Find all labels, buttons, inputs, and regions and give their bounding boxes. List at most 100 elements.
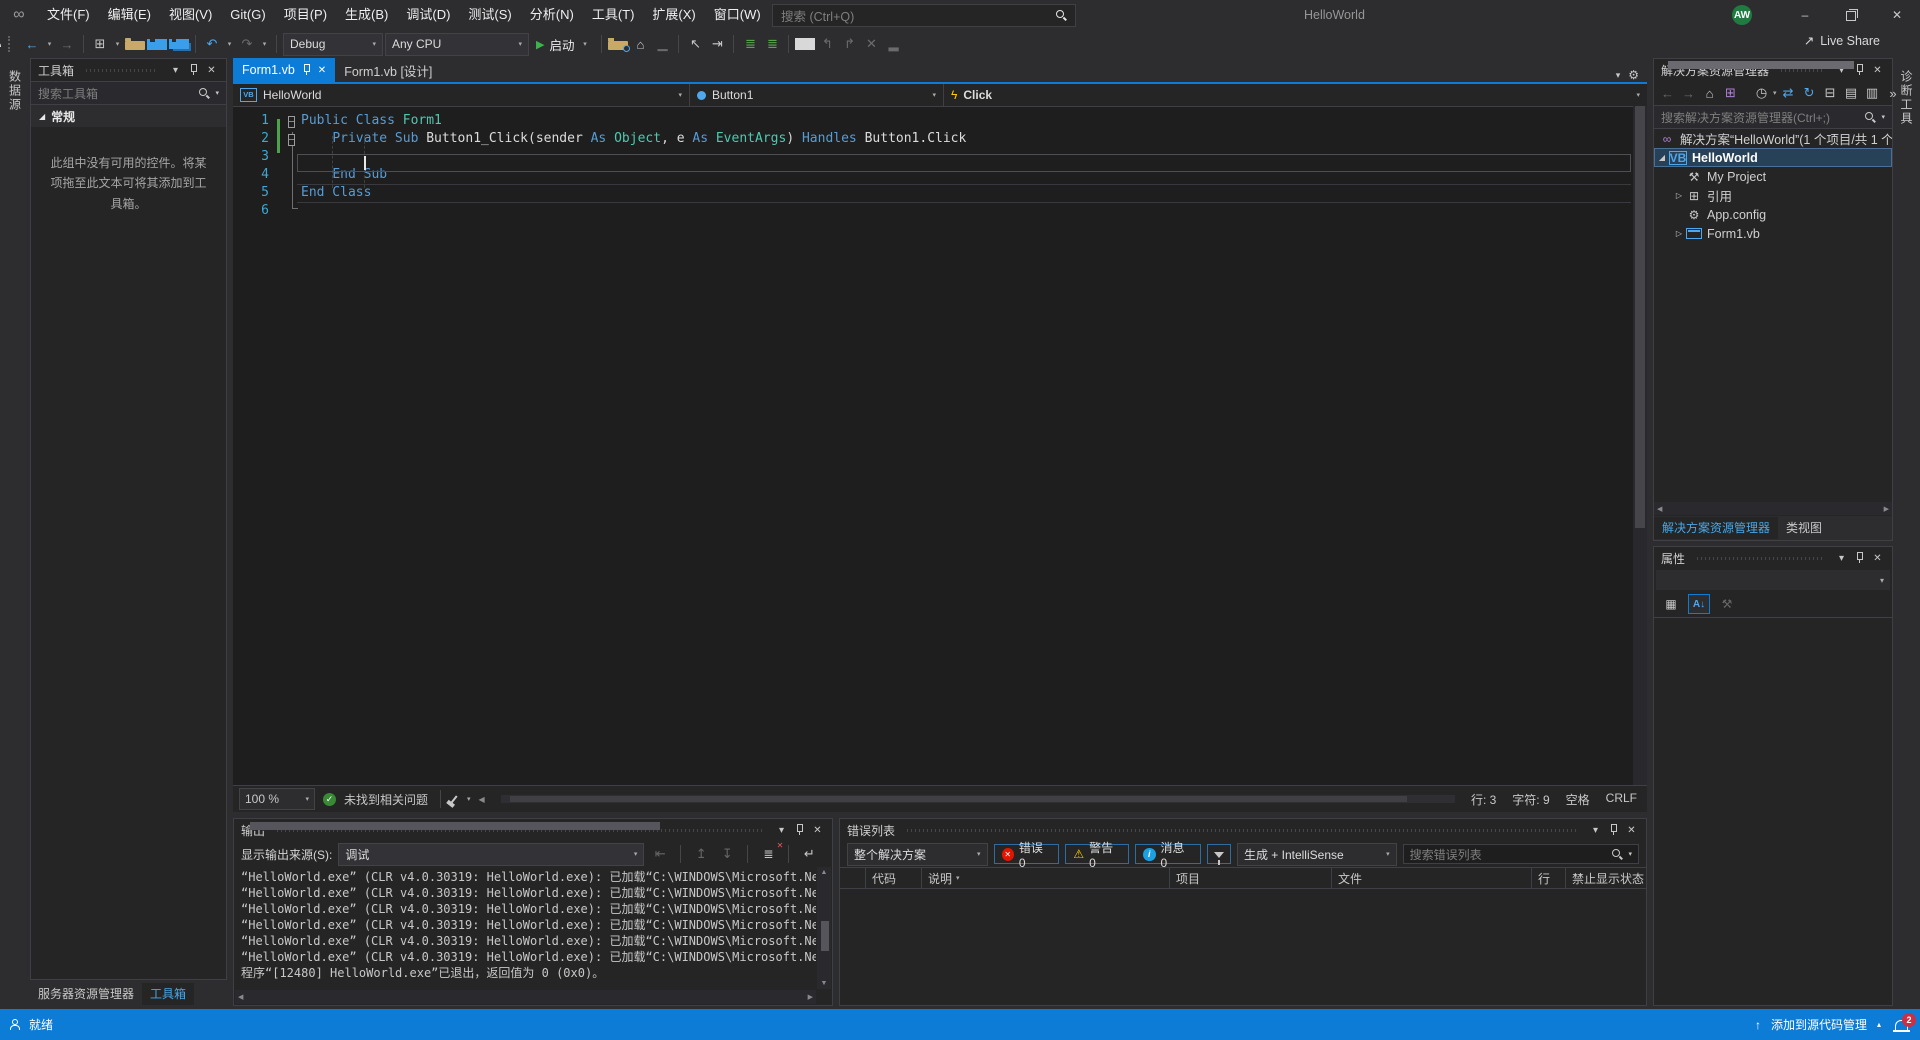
solexp-bottom-tab[interactable]: 类视图 <box>1778 517 1830 539</box>
error-list-column[interactable]: 文件 <box>1332 868 1532 888</box>
pending-changes-filter-icon[interactable]: ◷ <box>1752 83 1771 103</box>
properties-close-icon[interactable]: ✕ <box>1870 551 1885 566</box>
scrollbar-thumb[interactable] <box>821 921 829 951</box>
next-bookmark-icon[interactable]: ↱ <box>839 33 859 55</box>
code-editor[interactable]: 1–Public Class Form12– Private Sub Butto… <box>233 106 1633 786</box>
toolbox-close-icon[interactable]: ✕ <box>204 63 219 78</box>
goto-message-icon[interactable]: ⇤ <box>650 843 670 865</box>
avatar[interactable]: AW <box>1732 5 1752 25</box>
solexp-forward-icon[interactable]: → <box>1679 83 1698 103</box>
fold-margin[interactable] <box>285 202 301 220</box>
search-options-chevron-icon[interactable]: ▾ <box>215 89 219 97</box>
code-line[interactable]: 6 <box>233 202 1633 220</box>
attach-process-icon[interactable]: ⇥ <box>707 33 727 55</box>
categorized-icon[interactable]: ▦ <box>1660 594 1682 614</box>
clear-all-icon[interactable] <box>758 843 778 865</box>
increase-indent-icon[interactable]: ≣ <box>762 33 782 55</box>
error-list-menu-chevron-icon[interactable]: ▾ <box>1588 823 1603 838</box>
properties-object-combo[interactable]: ▾ <box>1656 570 1890 590</box>
word-wrap-icon[interactable]: ↵ <box>799 843 819 865</box>
alphabetical-sort-icon[interactable]: A↓ <box>1688 594 1710 614</box>
document-health-icon[interactable] <box>323 793 336 806</box>
expander-collapsed-icon[interactable]: ▷ <box>1672 229 1686 238</box>
tree-item[interactable]: ▷Form1.vb <box>1654 224 1892 243</box>
document-tab[interactable]: Form1.vb✕ <box>233 58 335 82</box>
properties-pin-icon[interactable] <box>1855 552 1864 564</box>
dropdown-chevron-icon[interactable]: ▾ <box>579 33 590 55</box>
zoom-level-combo[interactable]: 100 %▾ <box>239 788 315 810</box>
eol-indicator[interactable]: CRLF <box>1606 791 1637 808</box>
start-debugging-button[interactable]: ▶启动▾ <box>531 33 595 55</box>
tree-item[interactable]: ▷⊞引用 <box>1654 186 1892 205</box>
code-line[interactable]: 2– Private Sub Button1_Click(sender As O… <box>233 130 1633 148</box>
error-list-column[interactable]: 代码 <box>866 868 922 888</box>
tree-item[interactable]: ⚒My Project <box>1654 167 1892 186</box>
nav-back-icon[interactable]: ← <box>22 33 42 55</box>
editor-vertical-scrollbar[interactable] <box>1633 106 1647 786</box>
clear-bookmarks-icon[interactable]: ✕ <box>861 33 881 55</box>
nav-forward-icon[interactable]: → <box>57 33 77 55</box>
error-scope-combo[interactable]: 整个解决方案▾ <box>847 843 988 866</box>
fold-margin[interactable]: – <box>285 112 301 130</box>
search-icon[interactable] <box>199 88 210 99</box>
solexp-close-icon[interactable]: ✕ <box>1870 63 1885 78</box>
notifications-button[interactable]: 2 <box>1891 1016 1911 1034</box>
scrollbar-thumb[interactable] <box>1668 61 1854 69</box>
menu-item[interactable]: Git(G) <box>221 0 274 30</box>
properties-menu-chevron-icon[interactable]: ▾ <box>1834 551 1849 566</box>
quick-search-input[interactable]: 搜索 (Ctrl+Q) <box>772 4 1076 27</box>
char-indicator[interactable]: 字符: 9 <box>1512 791 1549 808</box>
line-indicator[interactable]: 行: 3 <box>1471 791 1496 808</box>
fold-collapse-icon[interactable]: – <box>288 134 295 146</box>
build-intellisense-combo[interactable]: 生成 + IntelliSense▾ <box>1237 843 1397 866</box>
maximize-button[interactable] <box>1828 0 1874 30</box>
save-all-icon[interactable] <box>169 39 189 49</box>
code-cleanup-chevron-icon[interactable]: ▾ <box>467 795 471 803</box>
collapse-all-icon[interactable]: ⊟ <box>1821 83 1840 103</box>
output-source-combo[interactable]: 调试▾ <box>338 843 644 866</box>
solexp-home-icon[interactable]: ⌂ <box>1700 83 1719 103</box>
toolbox-section-general[interactable]: ◢ 常规 <box>31 105 226 127</box>
contact-icon[interactable] <box>0 36 1 47</box>
error-list-search-input[interactable]: 搜索错误列表 ▾ <box>1403 844 1639 864</box>
solution-platforms-combo[interactable]: Any CPU▾ <box>385 33 529 56</box>
navbar-event-dropdown[interactable]: ϟ Click ▾ <box>944 84 1647 106</box>
toolbox-menu-chevron-icon[interactable]: ▾ <box>168 63 183 78</box>
error-list-column[interactable]: 项目 <box>1170 868 1332 888</box>
code-cleanup-icon[interactable] <box>450 795 457 803</box>
code-line[interactable]: 5End Class <box>233 184 1633 202</box>
dropdown-chevron-icon[interactable]: ▾ <box>259 33 270 55</box>
properties-button-icon[interactable]: ▥ <box>1863 83 1882 103</box>
menu-item[interactable]: 生成(B) <box>336 0 397 30</box>
toolbar-grip[interactable] <box>8 36 16 52</box>
filter-button[interactable] <box>1207 844 1231 864</box>
refresh-icon[interactable]: ↻ <box>1800 83 1819 103</box>
spaces-indicator[interactable]: 空格 <box>1566 791 1590 808</box>
errors-filter-button[interactable]: 错误 0 <box>994 844 1060 864</box>
property-pages-icon[interactable]: ⚒ <box>1716 594 1738 614</box>
overflow-dash-icon[interactable]: ▁ <box>652 33 672 55</box>
prev-message-icon[interactable]: ↥ <box>691 843 711 865</box>
error-list-column[interactable] <box>840 868 866 888</box>
dropdown-chevron-icon[interactable]: ▾ <box>1773 82 1777 104</box>
solexp-overflow-icon[interactable]: » <box>1884 83 1903 103</box>
left-bottom-tab[interactable]: 工具箱 <box>142 983 194 1005</box>
solution-configurations-combo[interactable]: Debug▾ <box>283 33 383 56</box>
toolbox-search-input[interactable]: 搜索工具箱 ▾ <box>31 81 226 105</box>
solution-explorer-search-input[interactable]: 搜索解决方案资源管理器(Ctrl+;) ▾ <box>1654 106 1892 129</box>
output-horizontal-scrollbar[interactable]: ◀▶ <box>235 990 816 1004</box>
switch-views-icon[interactable]: ⊞ <box>1721 83 1740 103</box>
document-tab[interactable]: Form1.vb [设计] <box>335 58 441 82</box>
save-icon[interactable] <box>147 39 167 50</box>
menu-item[interactable]: 调试(D) <box>397 0 459 30</box>
toolbar-overflow-icon[interactable]: ▂ <box>883 33 903 55</box>
menu-item[interactable]: 扩展(X) <box>643 0 704 30</box>
feedback-icon[interactable] <box>9 1019 20 1030</box>
navbar-project-dropdown[interactable]: HelloWorld ▾ <box>233 84 690 106</box>
properties-title-bar[interactable]: 属性 ▾ ✕ <box>1654 547 1892 569</box>
solexp-back-icon[interactable]: ← <box>1658 83 1677 103</box>
tab-close-icon[interactable]: ✕ <box>318 65 326 76</box>
select-pointer-icon[interactable]: ↖ <box>685 33 705 55</box>
undo-icon[interactable]: ↶ <box>202 33 222 55</box>
output-close-icon[interactable]: ✕ <box>810 823 825 838</box>
